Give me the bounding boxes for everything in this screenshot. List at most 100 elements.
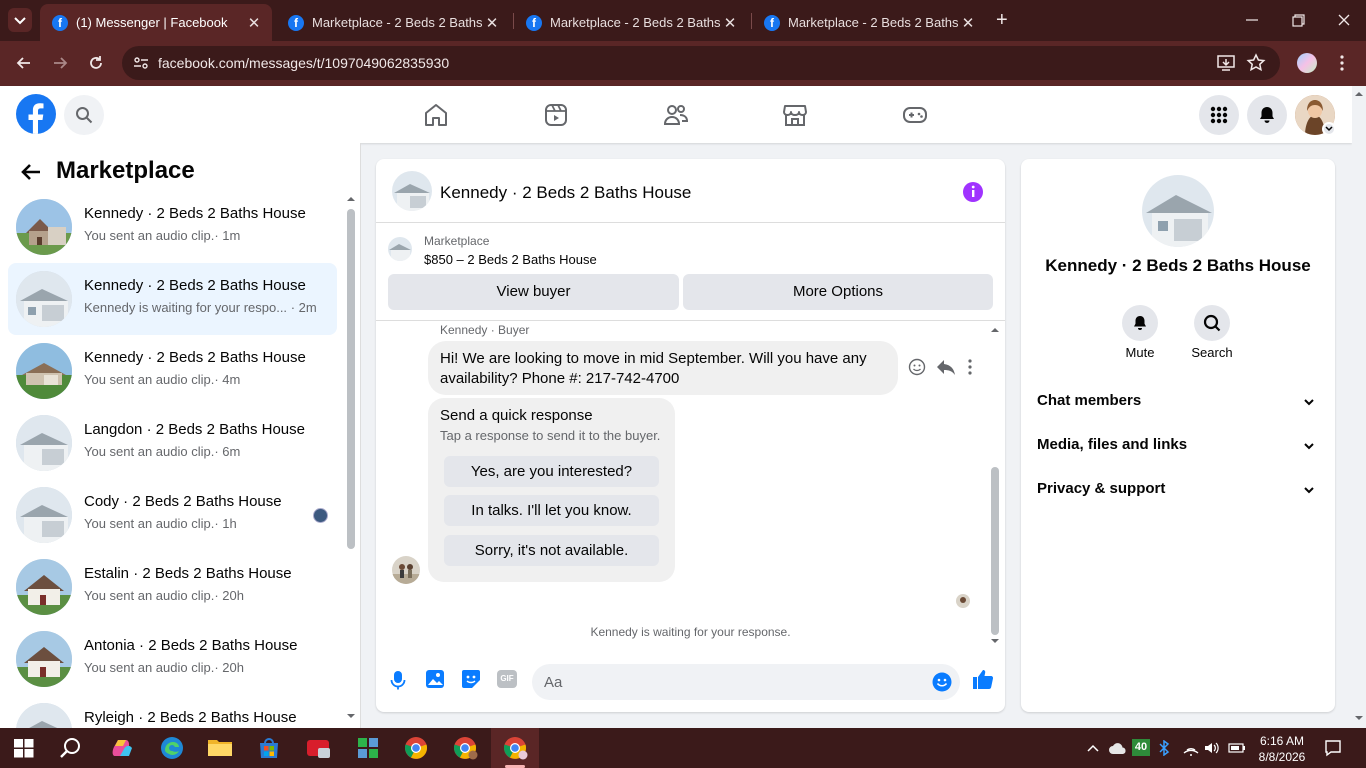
emoji-icon[interactable] bbox=[932, 672, 952, 692]
conversation-list-panel: Marketplace Kennedy · 2 Beds 2 Baths Hou… bbox=[0, 143, 361, 728]
browser-tab-messenger[interactable]: f (1) Messenger | Facebook ✕ bbox=[40, 4, 272, 41]
gaming-nav-icon[interactable] bbox=[902, 102, 928, 128]
thumbs-up-icon[interactable] bbox=[972, 668, 994, 690]
chevron-down-icon bbox=[1304, 443, 1314, 450]
bluetooth-icon[interactable] bbox=[1158, 740, 1170, 756]
message-input[interactable]: Aa bbox=[532, 664, 960, 700]
file-explorer-icon[interactable] bbox=[207, 736, 233, 760]
reply-icon[interactable] bbox=[936, 358, 956, 376]
conversation-item[interactable]: Ryleigh · 2 Beds 2 Baths House bbox=[8, 695, 337, 728]
quick-reply-yes-button[interactable]: Yes, are you interested? bbox=[444, 456, 659, 487]
restore-icon[interactable] bbox=[1288, 10, 1308, 30]
gif-icon[interactable]: GIF bbox=[497, 670, 517, 688]
conversation-preview: You sent an audio clip.· 20h bbox=[84, 588, 244, 603]
chrome-icon[interactable] bbox=[404, 736, 430, 760]
conversation-item[interactable]: Kennedy · 2 Beds 2 Baths House You sent … bbox=[8, 191, 337, 263]
page-scrollbar[interactable] bbox=[1352, 86, 1366, 728]
chat-title: Kennedy · 2 Beds 2 Baths House bbox=[440, 183, 692, 202]
quick-reply-in-talks-button[interactable]: In talks. I'll let you know. bbox=[444, 495, 659, 526]
listing-thumbnail bbox=[16, 487, 72, 543]
tab-close-icon[interactable]: ✕ bbox=[246, 14, 262, 32]
search-label: Search bbox=[1191, 345, 1233, 360]
chat-members-section[interactable]: Chat members bbox=[1037, 392, 1321, 416]
chat-avatar[interactable] bbox=[392, 171, 432, 211]
chrome-profile-icon[interactable] bbox=[453, 736, 479, 760]
bookmark-star-icon[interactable] bbox=[1246, 53, 1266, 73]
mute-button[interactable] bbox=[1122, 305, 1158, 341]
site-info-icon[interactable] bbox=[132, 54, 150, 72]
chat-scrollbar[interactable] bbox=[990, 323, 1000, 649]
microphone-icon[interactable] bbox=[390, 670, 406, 690]
facebook-search-button[interactable] bbox=[64, 95, 104, 135]
browser-tab-marketplace-2[interactable]: f Marketplace - 2 Beds 2 Baths House ✕ bbox=[514, 4, 748, 41]
notifications-button[interactable] bbox=[1247, 95, 1287, 135]
browser-menu-icon[interactable] bbox=[1334, 53, 1350, 73]
menu-button[interactable] bbox=[1199, 95, 1239, 135]
forward-arrow-icon[interactable] bbox=[50, 53, 70, 73]
weather-icon[interactable] bbox=[1108, 740, 1128, 756]
more-actions-icon[interactable] bbox=[966, 358, 974, 376]
battery-icon[interactable] bbox=[1227, 740, 1247, 756]
quick-reply-not-available-button[interactable]: Sorry, it's not available. bbox=[444, 535, 659, 566]
buyer-avatar[interactable] bbox=[392, 556, 420, 584]
address-bar[interactable]: facebook.com/messages/t/1097049062835930 bbox=[122, 46, 1280, 80]
conversation-item[interactable]: Estalin · 2 Beds 2 Baths House You sent … bbox=[8, 551, 337, 623]
tab-close-icon[interactable]: ✕ bbox=[484, 14, 500, 32]
photos-app-icon[interactable] bbox=[356, 736, 382, 760]
listing-thumbnail[interactable] bbox=[388, 237, 412, 261]
sticker-icon[interactable] bbox=[461, 669, 481, 689]
marketplace-nav-icon[interactable] bbox=[782, 102, 808, 128]
conversation-item[interactable]: Kennedy · 2 Beds 2 Baths House You sent … bbox=[8, 335, 337, 407]
new-tab-icon[interactable]: + bbox=[996, 10, 1008, 30]
system-clock[interactable]: 6:16 AM 8/8/2026 bbox=[1252, 733, 1312, 765]
view-buyer-button[interactable]: View buyer bbox=[388, 274, 679, 310]
conversation-item[interactable]: Antonia · 2 Beds 2 Baths House You sent … bbox=[8, 623, 337, 695]
conversation-item-selected[interactable]: Kennedy · 2 Beds 2 Baths House Kennedy i… bbox=[8, 263, 337, 335]
tab-close-icon[interactable]: ✕ bbox=[960, 14, 976, 32]
react-icon[interactable] bbox=[908, 358, 926, 376]
volume-icon[interactable] bbox=[1203, 740, 1221, 756]
notification-badge[interactable]: 40 bbox=[1132, 739, 1150, 756]
more-options-button[interactable]: More Options bbox=[683, 274, 993, 310]
browser-tab-marketplace-3[interactable]: f Marketplace - 2 Beds 2 Baths House ✕ bbox=[752, 4, 986, 41]
facebook-logo-icon[interactable] bbox=[16, 94, 56, 134]
taskbar-search-icon[interactable] bbox=[59, 736, 85, 760]
windows-start-icon[interactable] bbox=[12, 736, 38, 760]
friends-nav-icon[interactable] bbox=[663, 102, 689, 128]
microsoft-store-icon[interactable] bbox=[257, 736, 283, 760]
list-scrollbar[interactable] bbox=[346, 195, 356, 720]
section-label: Chat members bbox=[1037, 392, 1142, 409]
photo-icon[interactable] bbox=[425, 669, 445, 689]
install-app-icon[interactable] bbox=[1216, 53, 1236, 73]
minimize-icon[interactable] bbox=[1242, 10, 1262, 30]
notification-center-icon[interactable] bbox=[1324, 739, 1342, 757]
reload-icon[interactable] bbox=[86, 53, 106, 73]
media-app-icon[interactable] bbox=[306, 736, 332, 760]
conversation-item[interactable]: Cody · 2 Beds 2 Baths House You sent an … bbox=[8, 479, 337, 551]
chevron-down-icon bbox=[1304, 399, 1314, 406]
search-conversation-button[interactable] bbox=[1194, 305, 1230, 341]
info-avatar[interactable] bbox=[1142, 175, 1214, 247]
info-title: Kennedy · 2 Beds 2 Baths House bbox=[1045, 256, 1311, 275]
account-chevron-icon[interactable] bbox=[1322, 122, 1336, 136]
home-nav-icon[interactable] bbox=[423, 102, 449, 128]
media-files-links-section[interactable]: Media, files and links bbox=[1037, 436, 1321, 460]
privacy-support-section[interactable]: Privacy & support bbox=[1037, 480, 1321, 504]
info-icon[interactable] bbox=[962, 181, 984, 203]
edge-browser-icon[interactable] bbox=[160, 736, 186, 760]
video-nav-icon[interactable] bbox=[543, 102, 569, 128]
tab-search-button[interactable] bbox=[8, 8, 32, 32]
copilot-icon[interactable] bbox=[110, 736, 136, 760]
conversation-name: Ryleigh · 2 Beds 2 Baths House bbox=[84, 709, 297, 726]
browser-tab-marketplace-1[interactable]: f Marketplace - 2 Beds 2 Baths House ✕ bbox=[276, 4, 510, 41]
active-taskbar-item[interactable] bbox=[491, 728, 539, 768]
conversation-item[interactable]: Langdon · 2 Beds 2 Baths House You sent … bbox=[8, 407, 337, 479]
tab-close-icon[interactable]: ✕ bbox=[722, 14, 738, 32]
back-arrow-icon[interactable] bbox=[14, 53, 34, 73]
message-bubble[interactable]: Hi! We are looking to move in mid Septem… bbox=[428, 341, 898, 395]
window-close-icon[interactable] bbox=[1334, 10, 1354, 30]
profile-avatar[interactable] bbox=[1297, 53, 1317, 73]
wifi-icon[interactable] bbox=[1182, 740, 1200, 756]
show-hidden-icons[interactable] bbox=[1086, 741, 1100, 755]
back-arrow-icon[interactable] bbox=[20, 161, 42, 183]
